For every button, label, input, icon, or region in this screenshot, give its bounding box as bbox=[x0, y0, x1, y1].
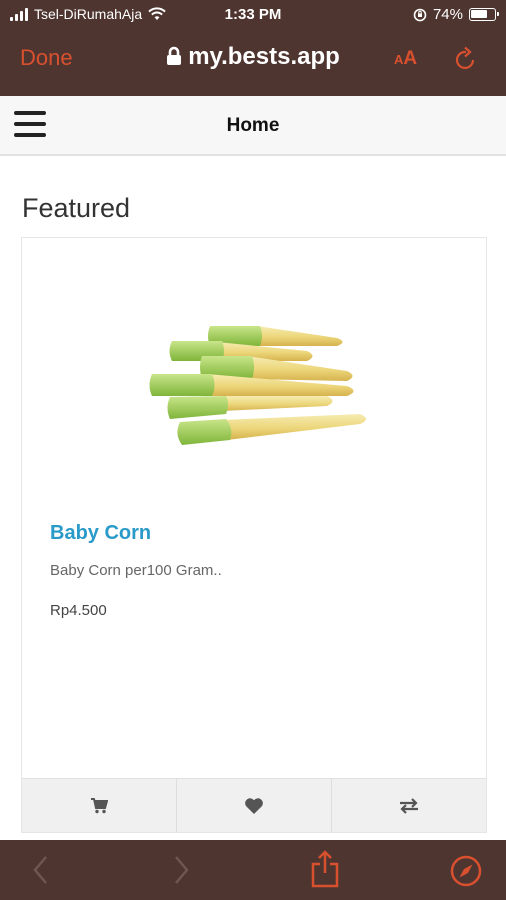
text-size-large-a: A bbox=[403, 48, 418, 69]
product-name-link[interactable]: Baby Corn bbox=[50, 522, 151, 545]
browser-bottom-toolbar bbox=[0, 840, 506, 900]
heart-icon bbox=[245, 797, 263, 814]
add-to-cart-button[interactable] bbox=[22, 779, 177, 832]
corn-cob bbox=[167, 396, 333, 419]
compare-button[interactable] bbox=[332, 779, 486, 832]
browser-nav-row: Done my.bests.app AA bbox=[0, 36, 506, 84]
screen: Tsel-DiRumahAja 1:33 PM 74% Done my.best… bbox=[0, 0, 506, 900]
url-bar[interactable]: my.bests.app bbox=[0, 43, 506, 71]
battery-icon bbox=[469, 8, 499, 21]
text-size-button[interactable]: AA bbox=[394, 48, 417, 70]
compass-icon[interactable] bbox=[450, 855, 482, 887]
add-to-wishlist-button[interactable] bbox=[177, 779, 332, 832]
forward-icon[interactable] bbox=[170, 854, 192, 886]
status-right: 74% bbox=[413, 6, 499, 23]
battery-fill bbox=[471, 10, 487, 18]
url-text: my.bests.app bbox=[188, 43, 340, 70]
text-size-small-a: A bbox=[394, 52, 404, 67]
compare-icon bbox=[400, 797, 418, 814]
status-bar: Tsel-DiRumahAja 1:33 PM 74% bbox=[0, 0, 506, 32]
battery-percent: 74% bbox=[432, 6, 463, 23]
product-actions bbox=[22, 778, 486, 832]
cart-icon bbox=[91, 797, 108, 813]
battery-nub bbox=[497, 12, 499, 16]
corn-cob bbox=[177, 414, 366, 445]
corn-cob bbox=[208, 326, 343, 346]
product-description: Baby Corn per100 Gram.. bbox=[50, 562, 222, 579]
reload-icon[interactable] bbox=[454, 46, 478, 72]
lock-icon bbox=[167, 46, 182, 65]
product-price: Rp4.500 bbox=[50, 602, 107, 619]
share-icon[interactable] bbox=[310, 850, 340, 888]
product-card[interactable]: Baby Corn Baby Corn per100 Gram.. Rp4.50… bbox=[21, 237, 487, 833]
product-image[interactable] bbox=[122, 248, 392, 518]
orientation-lock-icon bbox=[413, 8, 427, 21]
back-icon[interactable] bbox=[30, 854, 52, 886]
app-header: Home bbox=[0, 96, 506, 156]
page-title: Home bbox=[226, 115, 280, 136]
browser-top-bar: Tsel-DiRumahAja 1:33 PM 74% Done my.best… bbox=[0, 0, 506, 96]
section-title: Featured bbox=[22, 193, 131, 223]
